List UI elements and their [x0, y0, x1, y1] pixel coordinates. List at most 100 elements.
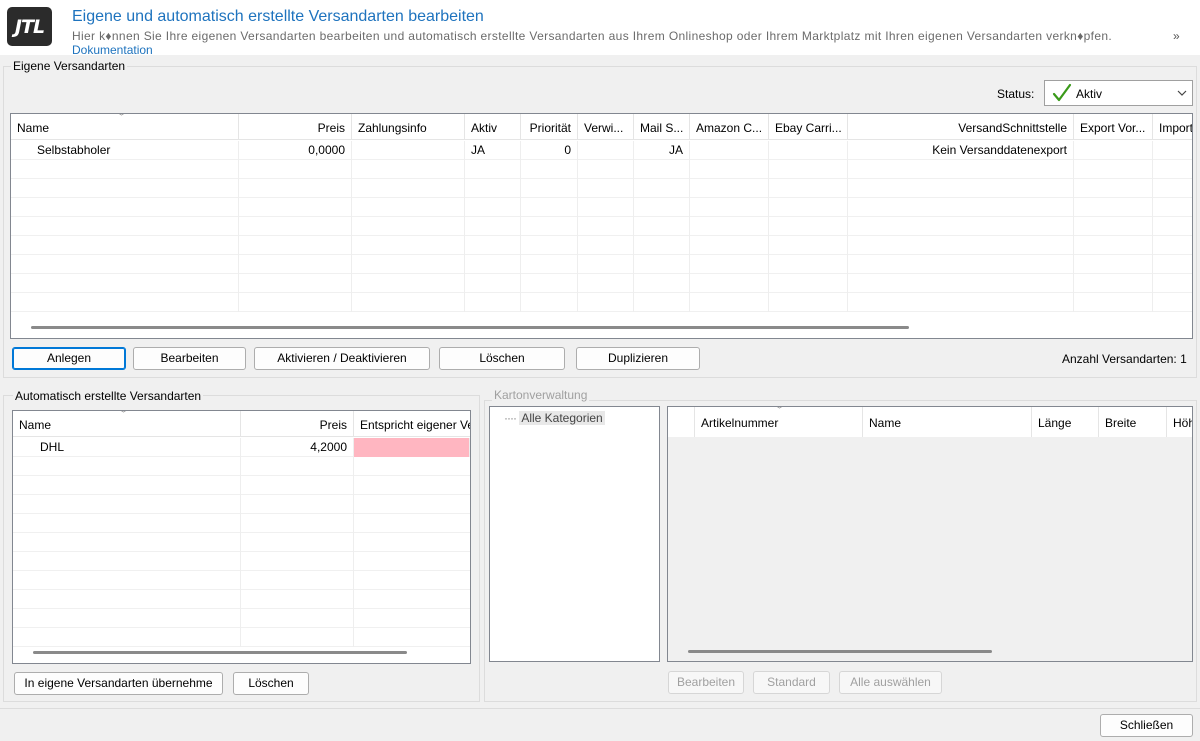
grid-body: Selbstabholer 0,0000 JA 0 JA Kein Versan… [11, 141, 1192, 312]
empty-row [13, 457, 470, 476]
page-title: Eigene und automatisch erstellte Versand… [72, 8, 484, 25]
cell-preis: 0,0000 [239, 141, 352, 160]
cell-name: Selbstabholer [11, 141, 239, 160]
documentation-link[interactable]: Dokumentation [72, 43, 153, 55]
empty-row [11, 274, 1192, 293]
col-header-preis[interactable]: Preis [241, 411, 354, 437]
sort-indicator-icon: ﹀ [119, 411, 129, 419]
cell-verwi [578, 141, 634, 160]
horizontal-scrollbar[interactable] [33, 651, 407, 654]
footer-divider [0, 708, 1200, 709]
auto-loeschen-button[interactable]: Löschen [233, 672, 309, 695]
cell-amazon [690, 141, 769, 160]
empty-row [11, 255, 1192, 274]
duplizieren-button[interactable]: Duplizieren [576, 347, 700, 370]
col-header-import[interactable]: Import [1153, 114, 1192, 140]
karton-alle-auswaehlen-button[interactable]: Alle auswählen [839, 671, 942, 694]
kategorien-tree[interactable]: ···· Alle Kategorien [489, 406, 660, 662]
table-row[interactable]: DHL 4,2000 [13, 438, 470, 457]
schliessen-button[interactable]: Schließen [1100, 714, 1193, 737]
bearbeiten-button[interactable]: Bearbeiten [133, 347, 246, 370]
empty-row [13, 552, 470, 571]
empty-row [11, 236, 1192, 255]
col-header-export[interactable]: Export Vor... [1074, 114, 1153, 140]
karton-grid[interactable]: ﹀Artikelnummer Name Länge Breite Höhe [667, 406, 1193, 662]
empty-row [13, 628, 470, 647]
grid-header: ﹀ Name Preis Entspricht eigener Ve [13, 411, 470, 437]
cell-import [1153, 141, 1192, 160]
karton-bearbeiten-button[interactable]: Bearbeiten [668, 671, 744, 694]
empty-row [11, 160, 1192, 179]
grid-header: ﹀ Name Preis Zahlungsinfo Aktiv Priorität… [11, 114, 1192, 140]
cell-preis: 4,2000 [241, 438, 354, 457]
checkmark-icon [1052, 83, 1072, 102]
col-header-versandschnittstelle[interactable]: VersandSchnittstelle [848, 114, 1074, 140]
col-header-name[interactable]: ﹀ Name [13, 411, 241, 437]
empty-row [13, 495, 470, 514]
empty-row [13, 571, 470, 590]
grid-body: DHL 4,2000 [13, 438, 470, 647]
cell-aktiv: JA [465, 141, 521, 160]
col-header-mail[interactable]: Mail S... [634, 114, 690, 140]
page-description: Hier k♦nnen Sie Ihre eigenen Versandarte… [72, 29, 1113, 43]
cell-entspricht[interactable] [354, 438, 470, 457]
col-header-prioritaet[interactable]: Priorität [521, 114, 578, 140]
horizontal-scrollbar[interactable] [31, 326, 909, 329]
empty-row [13, 476, 470, 495]
automatisch-versandarten-grid[interactable]: ﹀ Name Preis Entspricht eigener Ve DHL 4,… [12, 410, 471, 664]
empty-row [11, 198, 1192, 217]
col-header-name[interactable]: ﹀ Name [11, 114, 239, 140]
cell-ebay [769, 141, 848, 160]
eigene-versandarten-title: Eigene Versandarten [11, 59, 128, 73]
uebernehmen-button[interactable]: In eigene Versandarten übernehme [14, 672, 223, 695]
kartonverwaltung-title: Kartonverwaltung [492, 388, 590, 402]
aktivieren-deaktivieren-button[interactable]: Aktivieren / Deaktivieren [254, 347, 430, 370]
sort-indicator-icon: ﹀ [775, 407, 785, 415]
col-header-ebay[interactable]: Ebay Carri... [769, 114, 848, 140]
empty-row [13, 533, 470, 552]
cell-prioritaet: 0 [521, 141, 578, 160]
col-header-breite[interactable]: Breite [1099, 407, 1167, 437]
grid-header: ﹀Artikelnummer Name Länge Breite Höhe [668, 407, 1192, 437]
empty-row [13, 590, 470, 609]
chevron-down-icon [1177, 90, 1187, 96]
empty-row [11, 293, 1192, 312]
col-header-verwi[interactable]: Verwi... [578, 114, 634, 140]
sort-indicator-icon: ﹀ [117, 114, 127, 122]
empty-row [11, 179, 1192, 198]
col-header-aktiv[interactable]: Aktiv [465, 114, 521, 140]
col-header-amazon[interactable]: Amazon C... [690, 114, 769, 140]
tree-item-label: Alle Kategorien [519, 411, 605, 425]
cell-name: DHL [13, 438, 241, 457]
col-header-laenge[interactable]: Länge [1032, 407, 1099, 437]
col-header-preis[interactable]: Preis [239, 114, 352, 140]
anlegen-button[interactable]: Anlegen [12, 347, 126, 370]
empty-row [13, 609, 470, 628]
horizontal-scrollbar[interactable] [688, 650, 992, 653]
jtl-logo: JTL [7, 7, 52, 46]
col-header-name[interactable]: Name [863, 407, 1032, 437]
table-row[interactable]: Selbstabholer 0,0000 JA 0 JA Kein Versan… [11, 141, 1192, 160]
empty-row [11, 217, 1192, 236]
empty-row [13, 514, 470, 533]
tree-connector: ···· [504, 411, 517, 425]
header: JTL Eigene und automatisch erstellte Ver… [0, 0, 1200, 55]
loeschen-button[interactable]: Löschen [439, 347, 565, 370]
col-header-hoehe[interactable]: Höhe [1167, 407, 1192, 437]
status-label: Status: [997, 87, 1035, 101]
cell-export [1074, 141, 1153, 160]
col-header-artikelnummer[interactable]: ﹀ Artikelnummer [695, 407, 863, 437]
status-select[interactable]: Aktiv [1044, 80, 1193, 106]
karton-standard-button[interactable]: Standard [753, 671, 830, 694]
cell-mail: JA [634, 141, 690, 160]
cell-zahlungsinfo [352, 141, 465, 160]
status-value: Aktiv [1076, 87, 1103, 101]
col-header-zahlungsinfo[interactable]: Zahlungsinfo [352, 114, 465, 140]
col-header-select[interactable] [668, 407, 695, 437]
eigene-versandarten-grid[interactable]: ﹀ Name Preis Zahlungsinfo Aktiv Priorität… [10, 113, 1193, 339]
col-header-entspricht[interactable]: Entspricht eigener Ve [354, 411, 470, 437]
tree-item-alle-kategorien[interactable]: ···· Alle Kategorien [504, 411, 605, 425]
automatisch-versandarten-title: Automatisch erstellte Versandarten [13, 389, 204, 403]
expand-description-icon[interactable]: » [1173, 29, 1180, 43]
anzahl-versandarten-label: Anzahl Versandarten: 1 [1062, 352, 1187, 366]
